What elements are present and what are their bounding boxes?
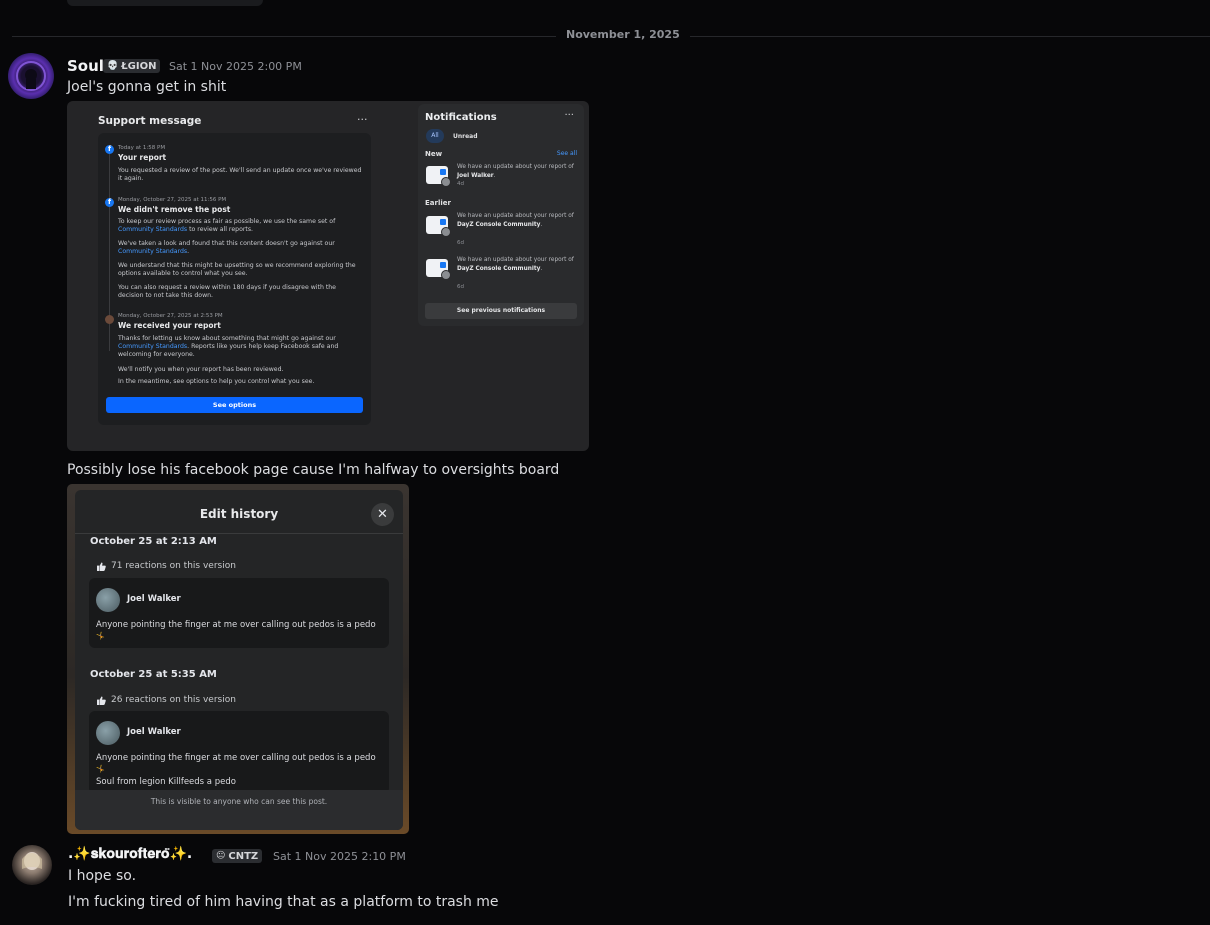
message-text: Possibly lose his facebook page cause I'…: [67, 462, 560, 478]
notification-age: 6d: [457, 240, 464, 246]
tab-unread: Unread: [453, 133, 478, 140]
image-attachment[interactable]: Support message ··· f Today at 1:58 PM Y…: [67, 101, 589, 451]
item-body: Thanks for letting us know about somethi…: [118, 335, 339, 358]
avatar: [96, 588, 120, 612]
item-body: In the meantime, see options to help you…: [118, 378, 315, 385]
version-post-card: Joel Walker Anyone pointing the finger a…: [89, 711, 389, 794]
divider: [75, 533, 403, 534]
timestamp[interactable]: Sat 1 Nov 2025 2:00 PM: [169, 60, 302, 73]
guild-tag-label: ŁGION: [121, 60, 157, 72]
guild-tag[interactable]: 😐 CNTZ: [212, 849, 263, 863]
support-message-card: f Today at 1:58 PM Your report You reque…: [98, 133, 371, 425]
post-emoji: 🤸: [96, 632, 105, 640]
bell-icon: [441, 227, 451, 237]
report-card-icon: [426, 166, 451, 187]
message-text: I'm fucking tired of him having that as …: [68, 894, 499, 910]
facebook-icon: f: [105, 198, 114, 207]
section-new-label: New: [425, 150, 443, 158]
message-text: Joel's gonna get in shit: [67, 79, 227, 95]
message-text: I hope so.: [68, 868, 137, 884]
guild-tag[interactable]: 💀 ŁGION: [103, 59, 161, 73]
post-emoji: 🤸: [96, 765, 105, 773]
profile-dot-icon: [105, 315, 114, 324]
item-heading: We received your report: [118, 321, 221, 330]
avatar-art-icon: [22, 852, 42, 870]
support-message-title: Support message: [98, 115, 202, 127]
post-text: Anyone pointing the finger at me over ca…: [96, 620, 376, 630]
notification-text: We have an update about your report of J…: [457, 164, 574, 179]
skull-icon: 💀: [107, 61, 119, 71]
version-post-card: Joel Walker Anyone pointing the finger a…: [89, 578, 389, 648]
item-body: We'll notify you when your report has be…: [118, 366, 284, 373]
bell-icon: [441, 270, 451, 280]
more-options-icon: ···: [564, 110, 574, 121]
face-icon: 😐: [216, 851, 226, 861]
guild-tag-label: CNTZ: [228, 850, 259, 862]
thumbs-up-icon: [97, 695, 106, 705]
post-text: Soul from legion Killfeeds a pedo: [96, 777, 236, 787]
version-date: October 25 at 2:13 AM: [90, 536, 217, 547]
item-body: To keep our review process as fair as po…: [118, 218, 336, 233]
version-reactions: 71 reactions on this version: [97, 561, 236, 571]
see-all-link: See all: [556, 150, 577, 157]
edit-history-modal: Edit history ✕ October 25 at 2:13 AM 71 …: [75, 490, 403, 830]
post-text: Anyone pointing the finger at me over ca…: [96, 753, 376, 763]
avatar-art-icon: [16, 61, 46, 91]
avatar: [96, 721, 120, 745]
date-divider-label: November 1, 2025: [556, 28, 690, 41]
post-author: Joel Walker: [127, 727, 181, 737]
version-date: October 25 at 5:35 AM: [90, 669, 217, 680]
notification-age: 4d: [457, 181, 464, 187]
item-body: We've taken a look and found that this c…: [118, 240, 335, 255]
item-meta: Monday, October 27, 2025 at 2:53 PM: [118, 313, 223, 319]
edit-history-title: Edit history: [199, 507, 279, 521]
visibility-footer: This is visible to anyone who can see th…: [75, 790, 403, 830]
item-heading: We didn't remove the post: [118, 205, 231, 214]
community-standards-link[interactable]: Community Standards: [118, 343, 187, 350]
item-body: You requested a review of the post. We'l…: [118, 167, 362, 182]
username[interactable]: Soul: [67, 57, 104, 75]
thumbs-up-icon: [97, 561, 106, 571]
notification-text: We have an update about your report of D…: [457, 213, 574, 228]
item-heading: Your report: [118, 153, 167, 162]
report-card-icon: [426, 216, 451, 237]
section-earlier-label: Earlier: [425, 199, 451, 207]
notifications-panel: Notifications ··· All Unread New See all…: [418, 104, 584, 326]
item-meta: Today at 1:58 PM: [118, 145, 166, 151]
notification-age: 6d: [457, 284, 464, 290]
see-previous-notifications-button: See previous notifications: [425, 303, 577, 319]
facebook-icon: f: [105, 145, 114, 154]
community-standards-link[interactable]: Community Standards: [118, 226, 187, 233]
item-body: You can also request a review within 180…: [118, 284, 336, 299]
notification-text: We have an update about your report of D…: [457, 257, 574, 272]
timestamp[interactable]: Sat 1 Nov 2025 2:10 PM: [273, 850, 406, 863]
item-meta: Monday, October 27, 2025 at 11:56 PM: [118, 197, 227, 203]
avatar[interactable]: [12, 845, 52, 885]
previous-attachment-edge: [67, 0, 263, 6]
avatar[interactable]: [8, 53, 54, 99]
item-body: We understand that this might be upsetti…: [118, 262, 356, 277]
notifications-title: Notifications: [425, 112, 497, 123]
tab-all: All: [426, 129, 444, 143]
version-reactions: 26 reactions on this version: [97, 695, 236, 705]
more-options-icon: ···: [357, 113, 368, 126]
community-standards-link[interactable]: Community Standards: [118, 248, 187, 255]
bell-icon: [441, 177, 451, 187]
report-card-icon: [426, 259, 451, 280]
close-icon: ✕: [371, 503, 394, 526]
username[interactable]: .✨𝐬𝐤𝐨𝐮𝐫𝐨𝐟𝐭𝐞𝐫𝐨̈✨.: [68, 846, 192, 862]
post-author: Joel Walker: [127, 594, 181, 604]
image-attachment[interactable]: Edit history ✕ October 25 at 2:13 AM 71 …: [67, 484, 409, 834]
see-options-button[interactable]: See options: [106, 397, 363, 413]
